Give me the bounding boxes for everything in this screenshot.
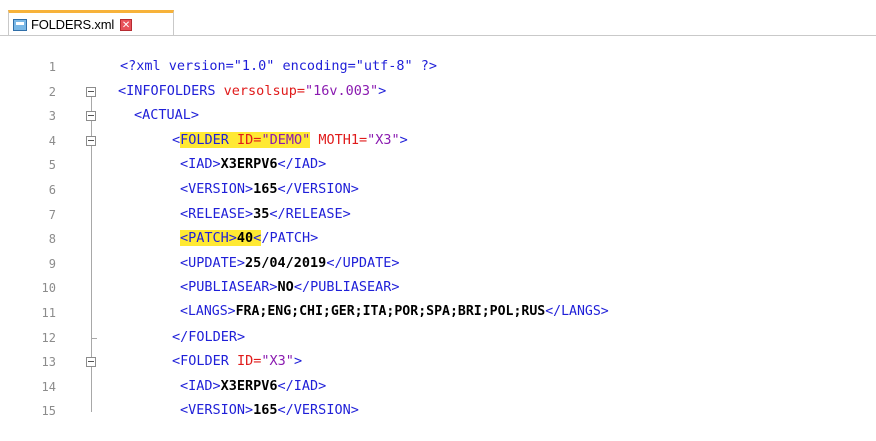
code-line-9: 9 <UPDATE>25/04/2019</UPDATE> xyxy=(0,253,876,278)
line-number: 8 xyxy=(48,232,56,247)
line-number: 5 xyxy=(48,158,56,173)
code-text: <FOLDER ID="DEMO" MOTH1="X3"> xyxy=(172,131,408,148)
code-line-11: 11 <LANGS>FRA;ENG;CHI;GER;ITA;POR;SPA;BR… xyxy=(0,302,876,327)
code-line-12: 12 </FOLDER> xyxy=(0,327,876,352)
code-text: <LANGS>FRA;ENG;CHI;GER;ITA;POR;SPA;BRI;P… xyxy=(180,303,609,319)
code-text: <PATCH>40</PATCH> xyxy=(180,230,319,247)
code-line-3: 3 <ACTUAL> xyxy=(0,105,876,130)
tab-folders-xml[interactable]: FOLDERS.xml ✕ xyxy=(8,10,174,36)
code-line-7: 7 <RELEASE>35</RELEASE> xyxy=(0,204,876,229)
line-number: 6 xyxy=(48,182,56,197)
code-line-2: 2 <INFOFOLDERS versolsup="16v.003"> xyxy=(0,81,876,106)
line-number: 11 xyxy=(41,305,56,320)
fold-toggle-icon[interactable] xyxy=(86,111,96,122)
code-line-13: 13 <FOLDER ID="X3"> xyxy=(0,351,876,376)
code-text: <FOLDER ID="X3"> xyxy=(172,353,303,370)
code-text: <PUBLIASEAR>NO</PUBLIASEAR> xyxy=(180,279,400,296)
code-text: <IAD>X3ERPV6</IAD> xyxy=(180,377,327,394)
line-number: 4 xyxy=(48,133,56,148)
code-line-4: 4 <FOLDER ID="DEMO" MOTH1="X3"> xyxy=(0,130,876,155)
line-number: 12 xyxy=(41,330,56,345)
code-line-6: 6 <VERSION>165</VERSION> xyxy=(0,179,876,204)
line-number: 10 xyxy=(41,281,56,296)
tab-label: FOLDERS.xml xyxy=(31,17,115,32)
fold-end-marker xyxy=(91,337,97,339)
line-number: 9 xyxy=(48,256,56,271)
xml-declaration: <?xml version="1.0" encoding="utf-8" ?> xyxy=(120,58,437,74)
tab-divider xyxy=(0,35,876,36)
code-line-8: 8 <PATCH>40</PATCH> xyxy=(0,228,876,253)
fold-toggle-icon[interactable] xyxy=(86,357,96,368)
code-line-1: 1 <?xml version="1.0" encoding="utf-8" ?… xyxy=(0,56,876,81)
line-number: 7 xyxy=(48,207,56,222)
line-number: 13 xyxy=(41,355,56,370)
code-text: <VERSION>165</VERSION> xyxy=(180,180,359,197)
line-number: 15 xyxy=(41,404,56,419)
code-text: <VERSION>165</VERSION> xyxy=(180,402,359,419)
line-number: 14 xyxy=(41,379,56,394)
code-line-10: 10 <PUBLIASEAR>NO</PUBLIASEAR> xyxy=(0,277,876,302)
code-editor[interactable]: 1 <?xml version="1.0" encoding="utf-8" ?… xyxy=(0,56,876,425)
code-line-5: 5 <IAD>X3ERPV6</IAD> xyxy=(0,154,876,179)
code-text: <ACTUAL> xyxy=(134,107,200,124)
line-number: 3 xyxy=(48,109,56,124)
file-save-icon xyxy=(13,18,27,31)
fold-toggle-icon[interactable] xyxy=(86,86,96,97)
code-text: <IAD>X3ERPV6</IAD> xyxy=(180,156,327,173)
code-text: </FOLDER> xyxy=(172,328,246,345)
tab-bar: FOLDERS.xml ✕ xyxy=(0,0,876,36)
fold-toggle-icon[interactable] xyxy=(86,135,96,146)
code-line-15: 15 <VERSION>165</VERSION> xyxy=(0,400,876,425)
line-number: 2 xyxy=(48,84,56,99)
code-text: <INFOFOLDERS versolsup="16v.003"> xyxy=(118,82,387,99)
line-number: 1 xyxy=(48,60,56,74)
code-text: <RELEASE>35</RELEASE> xyxy=(180,205,351,222)
code-line-14: 14 <IAD>X3ERPV6</IAD> xyxy=(0,376,876,401)
code-text: <UPDATE>25/04/2019</UPDATE> xyxy=(180,254,400,271)
close-icon[interactable]: ✕ xyxy=(120,18,133,31)
